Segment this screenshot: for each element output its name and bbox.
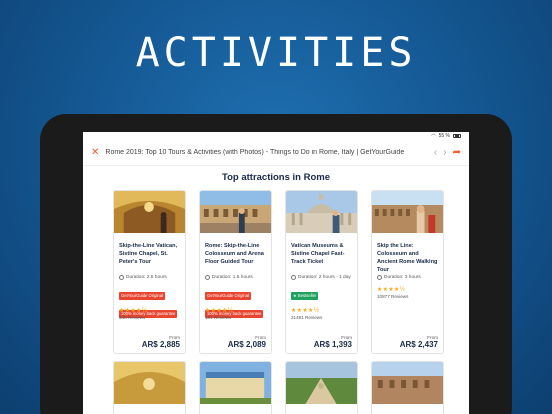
- star-rating: ★★★★½: [377, 287, 406, 293]
- card-title: Rome: Skip-the-Line Colosseum and Arena …: [205, 243, 264, 266]
- review-count: 21491 Reviews: [291, 315, 323, 320]
- star-rating: ★★★★½: [291, 308, 320, 314]
- card-duration: Duration: 2.5 hours: [126, 275, 167, 280]
- card-price: AR$ 1,393: [313, 340, 352, 349]
- activity-photo: [372, 191, 443, 233]
- activity-card[interactable]: Skip the Line: Colosseum and Ancient Rom…: [371, 190, 444, 354]
- cards-row: Skip-the-Line Vatican, Sistine Chapel, S…: [113, 190, 444, 354]
- clock-icon: [205, 275, 210, 280]
- activity-photo: [200, 362, 271, 404]
- badge-original: GetYourGuide Original: [119, 291, 165, 300]
- activity-card[interactable]: Skip-the-Line Vatican, Sistine Chapel, S…: [113, 190, 186, 354]
- activity-card[interactable]: [199, 361, 272, 414]
- card-price: AR$ 2,885: [141, 340, 180, 349]
- badge-original: GetYourGuide Original: [205, 291, 251, 300]
- cards-row-2: [113, 361, 444, 414]
- activity-photo: [200, 191, 271, 233]
- clock-icon: [119, 275, 124, 280]
- activity-photo: [372, 362, 443, 404]
- activity-card[interactable]: [285, 361, 358, 414]
- activity-photo: [114, 191, 185, 233]
- activity-card[interactable]: [371, 361, 444, 414]
- card-price: AR$ 2,437: [399, 340, 438, 349]
- card-duration: Duration: 1.5 hours: [212, 275, 253, 280]
- card-title: Skip the Line: Colosseum and Ancient Rom…: [377, 243, 438, 274]
- activity-photo: [114, 362, 185, 404]
- clock-icon: [291, 275, 296, 280]
- activity-card[interactable]: Vatican Museums & Sistine Chapel Fast-Tr…: [285, 190, 358, 354]
- activity-card[interactable]: [113, 361, 186, 414]
- card-price: AR$ 2,089: [227, 340, 266, 349]
- activity-photo: [286, 191, 357, 233]
- review-count: 10877 Reviews: [377, 294, 409, 299]
- badge-bestseller: ★ Bestseller: [291, 291, 319, 300]
- card-duration: Duration: 2 hours - 1 day: [298, 275, 351, 280]
- cards-viewport: Skip-the-Line Vatican, Sistine Chapel, S…: [83, 132, 469, 414]
- card-duration: Duration: 3 hours: [384, 275, 421, 280]
- activity-card[interactable]: Rome: Skip-the-Line Colosseum and Arena …: [199, 190, 272, 354]
- card-title: Skip-the-Line Vatican, Sistine Chapel, S…: [119, 243, 178, 266]
- activity-photo: [286, 362, 357, 404]
- clock-icon: [377, 275, 382, 280]
- card-title: Vatican Museums & Sistine Chapel Fast-Tr…: [291, 243, 345, 266]
- headline: ACTIVITIES: [135, 30, 417, 76]
